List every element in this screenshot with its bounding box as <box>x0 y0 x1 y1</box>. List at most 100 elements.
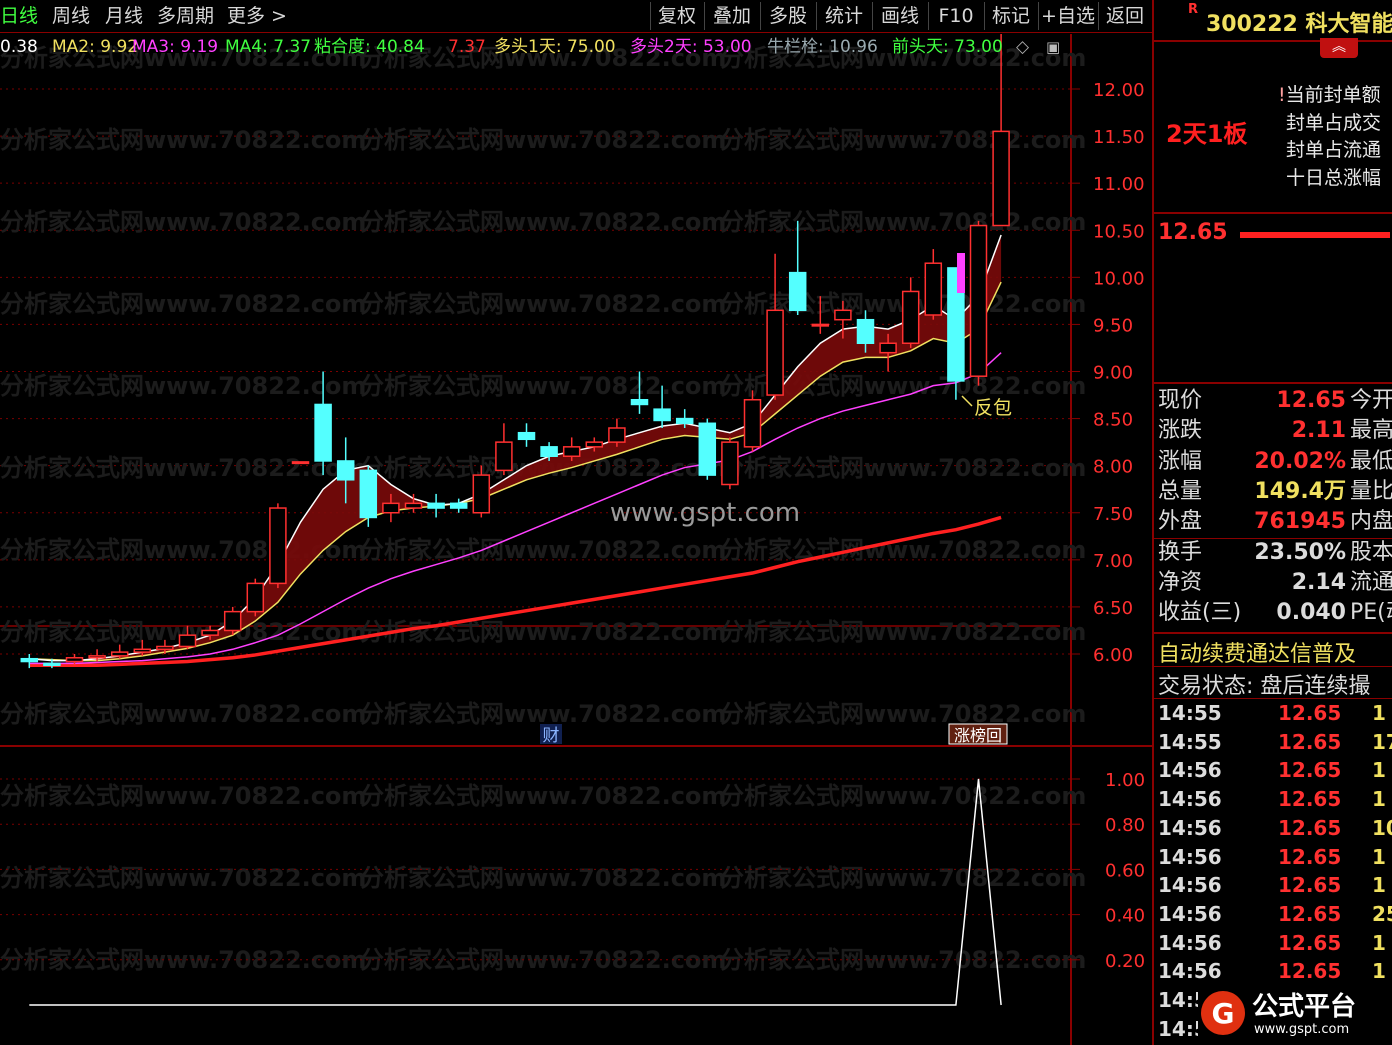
quote-row: 涨幅 20.02% 最低 <box>1154 447 1392 477</box>
price-tick-label: 11.00 <box>1093 174 1145 195</box>
candle-body <box>562 446 581 458</box>
indicator-ma3: MA3: 9.19 <box>132 37 219 57</box>
quote-value: 2.14 <box>1291 569 1346 595</box>
price-tick-label: 7.50 <box>1093 504 1133 525</box>
draw-line-button[interactable]: 画线 <box>872 2 927 30</box>
tab-daily[interactable]: 日线 <box>0 0 38 32</box>
candle-body <box>721 441 739 486</box>
collapse-icon[interactable]: ︽ <box>1320 38 1358 58</box>
watermark-text: 分析家公式网www.70822.com <box>0 208 366 236</box>
candle-body <box>43 662 61 667</box>
tick-volume: 1 <box>1372 758 1386 783</box>
quote-label: 总量 <box>1158 478 1203 504</box>
tick-price: 12.65 <box>1278 959 1342 984</box>
watermark-text: 分析家公式网www.70822.com <box>0 864 366 892</box>
indicator-ma4: MA4: 7.37 <box>225 37 312 57</box>
quote-row: 总量 149.4万 量比 <box>1154 477 1392 507</box>
tab-more[interactable]: 更多 > <box>227 0 287 32</box>
divider <box>1154 666 1392 667</box>
add-watchlist-button[interactable]: +自选 <box>1038 2 1097 30</box>
indicator-ma2: MA2: 9.92 <box>52 37 139 57</box>
watermark-text: 分析家公式网www.70822.com <box>0 700 366 728</box>
panel-toggle-icon[interactable]: ▣ <box>1046 34 1060 60</box>
notice-text[interactable]: 自动续费通达信普及 <box>1158 636 1356 668</box>
multi-stock-button[interactable]: 多股 <box>760 2 815 30</box>
tick-time: 14:56 <box>1158 959 1222 984</box>
tick-time: 14:56 <box>1158 844 1222 869</box>
price-tick-label: 8.50 <box>1093 410 1133 431</box>
candle-body <box>992 130 1010 227</box>
quote-value: 149.4万 <box>1254 478 1346 504</box>
quote-row: 净资 2.14 流通 <box>1154 568 1392 598</box>
candle-body <box>811 323 830 327</box>
tick-price: 12.65 <box>1278 729 1342 754</box>
tab-monthly[interactable]: 月线 <box>105 0 143 32</box>
f10-button[interactable]: F10 <box>928 2 983 30</box>
quote-row: 换手 23.50% 股本 <box>1154 538 1392 568</box>
limit-up-marker <box>957 253 965 293</box>
tick-time: 14:55 <box>1158 729 1222 754</box>
price-tick-label: 10.00 <box>1093 268 1145 289</box>
tick-volume: 1 <box>1372 787 1386 812</box>
tab-multi-period[interactable]: 多周期 <box>157 0 214 32</box>
candle-body <box>404 502 423 509</box>
candle-body <box>20 657 39 663</box>
tick-volume: 25 <box>1372 901 1392 926</box>
tick-volume: 1 <box>1372 930 1386 955</box>
tick-volume: 1 <box>1372 873 1386 898</box>
diamond-icon[interactable]: ◇ <box>1016 34 1029 60</box>
sub-tick-label: 0.40 <box>1105 906 1145 927</box>
quote-label: 净资 <box>1158 569 1203 595</box>
indicator-lead-day: 前头天: 73.00 <box>892 37 1003 57</box>
indicator-bull-pen: 牛栏栓: 10.96 <box>767 37 878 57</box>
tick-price: 12.65 <box>1278 787 1342 812</box>
tick-time: 14:56 <box>1158 930 1222 955</box>
mark-button[interactable]: 标记 <box>984 2 1037 30</box>
seal-label: !当前封单额 <box>1278 84 1381 106</box>
candle-body <box>336 460 355 481</box>
tick-time: 14:56 <box>1158 901 1222 926</box>
candle-body <box>834 309 852 321</box>
price-tick-label: 9.50 <box>1093 315 1133 336</box>
board-label: 2天1板 <box>1166 120 1248 148</box>
watermark-text: 分析家公式网www.70822.com <box>360 782 726 810</box>
tick-volume: 17 <box>1372 729 1392 754</box>
tick-row: 14:56 12.65 1 <box>1154 929 1392 958</box>
watermark-text: 分析家公式网www.70822.com <box>720 454 1086 482</box>
divider <box>1154 538 1392 539</box>
chart-area: 分析家公式网www.70822.com 分析家公式网www.70822.com 分析… <box>0 34 1152 1045</box>
tab-weekly[interactable]: 周线 <box>52 0 90 32</box>
watermark-text: 分析家公式网www.70822.com <box>0 782 366 810</box>
quote-label: 现价 <box>1158 388 1203 413</box>
overlay-button[interactable]: 叠加 <box>704 2 759 30</box>
quote-table: 现价 12.65 今开 涨跌 2.11 最高 涨幅 20.02% 最低 总量 149.4万 量比 外盘 7… <box>1154 384 1392 630</box>
tick-price: 12.65 <box>1278 701 1342 725</box>
statistics-button[interactable]: 统计 <box>816 2 871 30</box>
stock-header: R 300222 科大智能 ︽ <box>1154 0 1392 58</box>
candle-body <box>223 610 242 632</box>
tick-volume: 1 <box>1372 701 1386 725</box>
tick-volume: 10 <box>1372 815 1392 840</box>
sub-tick-label: 0.60 <box>1105 860 1145 881</box>
logo-glyph: G <box>1212 997 1235 1030</box>
price-level-bar <box>1240 232 1390 238</box>
watermark-text: 分析家公式网www.70822.com <box>360 536 726 564</box>
candle-body <box>88 655 106 659</box>
tick-time: 14:56 <box>1158 758 1222 783</box>
period-toolbar: 日线 周线 月线 多周期 更多 > 复权 叠加 多股 统计 画线 F10 标记 … <box>0 0 1152 33</box>
price-tick-label: 6.50 <box>1093 598 1133 619</box>
watermark-text: 分析家公式网www.70822.com <box>720 208 1086 236</box>
tick-row: 14:55 12.65 17 <box>1154 728 1392 757</box>
quote-value: 23.50% <box>1254 539 1346 565</box>
tick-row: 14:56 12.65 25 <box>1154 900 1392 929</box>
candle-body <box>269 507 287 585</box>
indicator-convergence: 粘合度: 40.84 <box>314 37 425 57</box>
kline-chart[interactable]: 分析家公式网www.70822.com分析家公式网www.70822.com分析… <box>0 34 1152 1045</box>
quote-label-secondary: 股本 <box>1350 539 1392 565</box>
back-button[interactable]: 返回 <box>1098 2 1151 30</box>
quote-value: 20.02% <box>1254 448 1346 474</box>
tick-row: 14:56 12.65 1 <box>1154 785 1392 814</box>
quote-label-secondary: 最低 <box>1350 448 1392 474</box>
tick-price: 12.65 <box>1278 901 1342 926</box>
restore-rights-button[interactable]: 复权 <box>650 2 703 30</box>
